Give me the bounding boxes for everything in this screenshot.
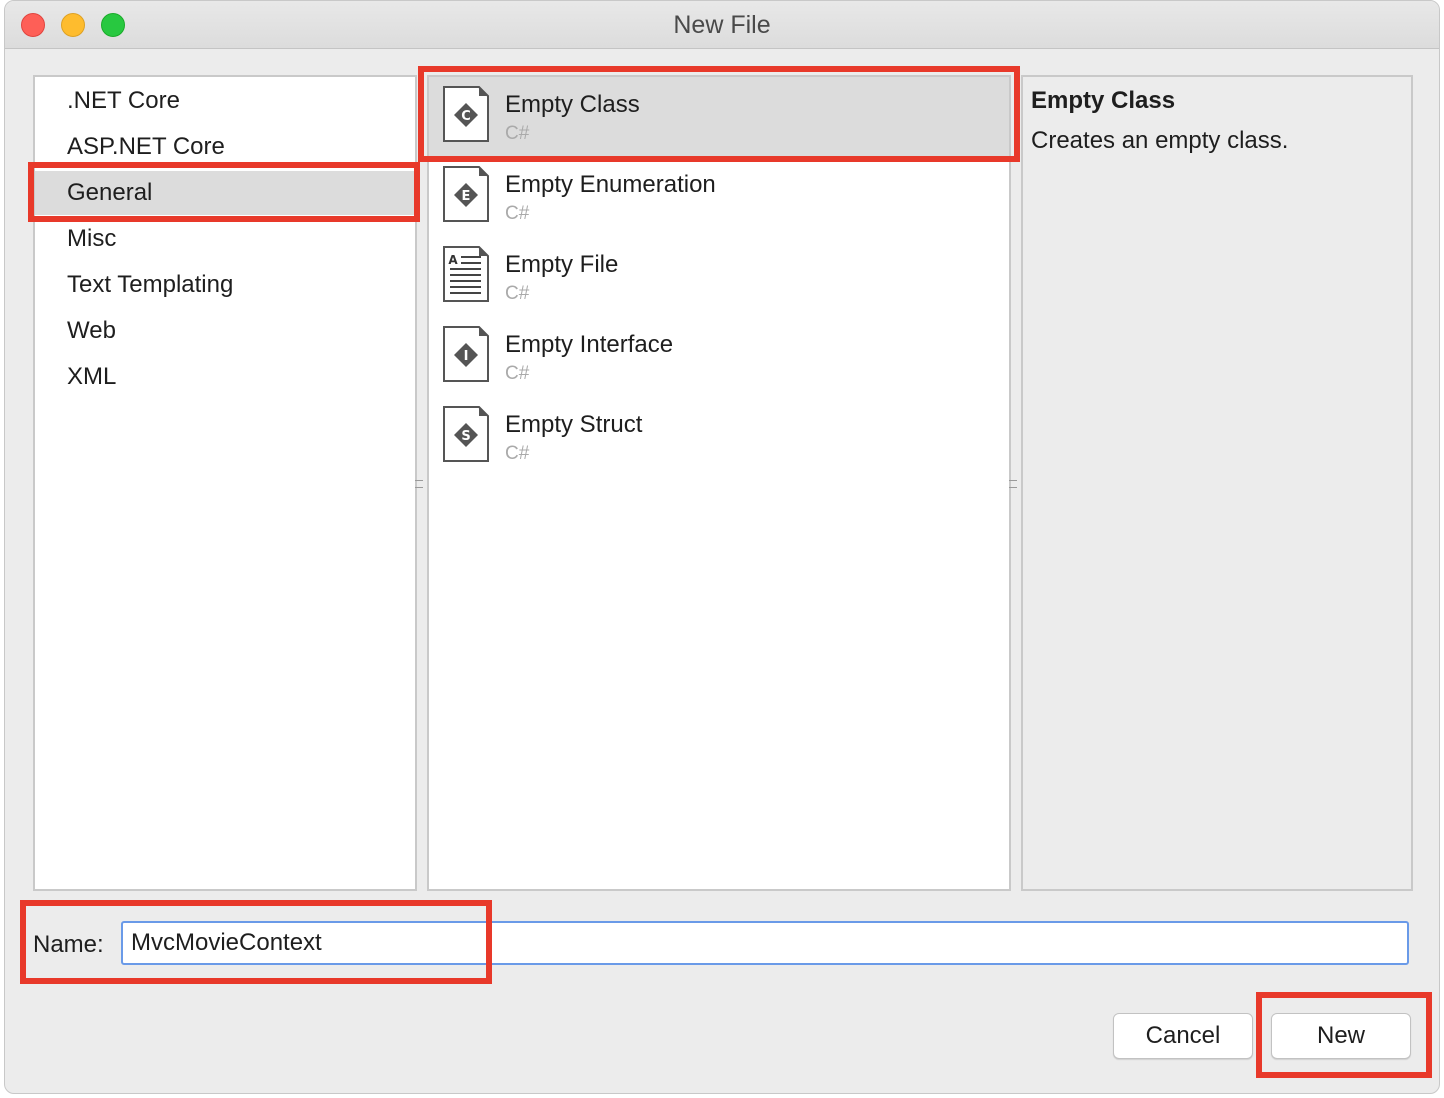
category-label: Text Templating [67, 271, 234, 298]
window-title: New File [673, 11, 771, 39]
title-bar: New File [5, 1, 1439, 49]
template-language: C# [505, 363, 530, 384]
svg-text:A: A [448, 253, 458, 267]
category-item-aspnet-core[interactable]: ASP.NET Core [35, 125, 415, 169]
category-list: .NET Core ASP.NET Core General Misc Text… [33, 75, 417, 891]
description-title: Empty Class [1031, 87, 1176, 114]
template-name: Empty Interface [505, 331, 674, 358]
template-name: Empty Class [505, 91, 640, 118]
category-splitter-handle[interactable] [415, 477, 423, 491]
template-item-empty-interface[interactable]: I Empty Interface C# [429, 317, 1009, 397]
template-item-empty-enumeration[interactable]: E Empty Enumeration C# [429, 157, 1009, 237]
description-text: Creates an empty class. [1031, 127, 1289, 154]
template-language: C# [505, 283, 530, 304]
template-name: Empty Enumeration [505, 171, 716, 198]
category-label: Misc [67, 225, 117, 252]
template-name: Empty Struct [505, 411, 643, 438]
template-name: Empty File [505, 251, 619, 278]
svg-text:C: C [461, 109, 471, 124]
template-item-empty-class[interactable]: C Empty Class C# [429, 77, 1009, 157]
template-item-empty-file[interactable]: A Empty File C# [429, 237, 1009, 317]
category-item-xml[interactable]: XML [35, 355, 415, 399]
template-splitter-handle[interactable] [1009, 477, 1017, 491]
template-list: C Empty Class C# E Empty Enumeration C# … [427, 75, 1011, 891]
template-description-panel: Empty Class Creates an empty class. [1021, 75, 1413, 891]
svg-text:I: I [464, 349, 469, 364]
svg-text:E: E [462, 189, 471, 204]
category-item-general[interactable]: General [35, 171, 415, 215]
category-item-text-templating[interactable]: Text Templating [35, 263, 415, 307]
class-file-icon: C [443, 86, 489, 142]
category-item-web[interactable]: Web [35, 309, 415, 353]
file-name-input[interactable] [121, 921, 1409, 965]
template-language: C# [505, 123, 530, 144]
category-item-net-core[interactable]: .NET Core [35, 79, 415, 123]
enum-file-icon: E [443, 166, 489, 222]
category-item-misc[interactable]: Misc [35, 217, 415, 261]
cancel-button[interactable]: Cancel [1113, 1013, 1253, 1059]
new-file-dialog: New File .NET Core ASP.NET Core General … [4, 0, 1440, 1094]
template-language: C# [505, 443, 530, 464]
new-button[interactable]: New [1271, 1013, 1411, 1059]
name-label: Name: [33, 931, 104, 958]
struct-file-icon: S [443, 406, 489, 462]
interface-file-icon: I [443, 326, 489, 382]
text-file-icon: A [443, 246, 489, 302]
template-item-empty-struct[interactable]: S Empty Struct C# [429, 397, 1009, 477]
category-label: .NET Core [67, 87, 180, 114]
template-language: C# [505, 203, 530, 224]
category-label: Web [67, 317, 116, 344]
category-label: XML [67, 363, 117, 390]
category-label: General [67, 179, 153, 206]
svg-text:S: S [461, 429, 470, 444]
category-label: ASP.NET Core [67, 133, 225, 160]
